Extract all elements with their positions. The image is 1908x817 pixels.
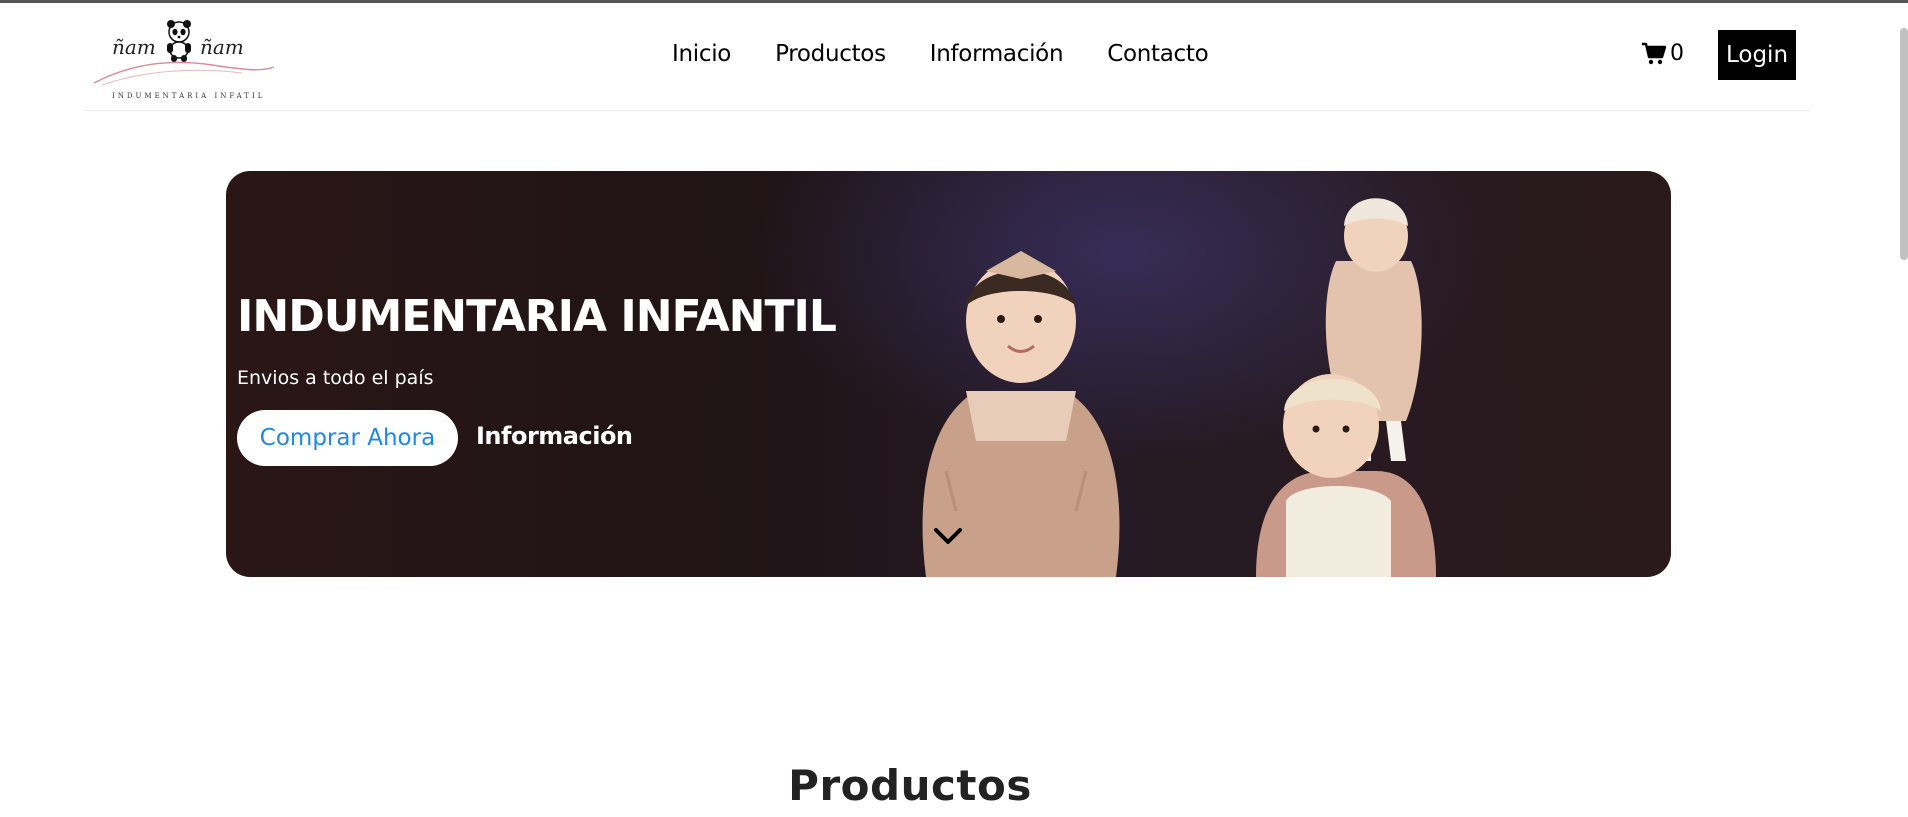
logo-swoosh-icon	[93, 61, 275, 86]
nav-item-inicio[interactable]: Inicio	[672, 41, 731, 67]
nav-item-informacion[interactable]: Información	[930, 41, 1064, 67]
hero-title: INDUMENTARIA INFANTIL	[237, 291, 837, 342]
cart-count: 0	[1670, 41, 1684, 66]
page-scrollbar[interactable]	[1898, 28, 1908, 817]
chevron-down-icon[interactable]	[932, 524, 964, 548]
products-section-title: Productos	[788, 760, 1032, 810]
cart-icon	[1642, 42, 1667, 64]
nav-item-contacto[interactable]: Contacto	[1107, 41, 1208, 67]
scrollbar-thumb[interactable]	[1900, 28, 1908, 260]
brand-logo[interactable]: ñam ñam INDUMENTARIA INFATIL	[92, 13, 276, 100]
logo-word-left: ñam	[112, 35, 156, 59]
logo-word-right: ñam	[200, 35, 244, 59]
hero-subtitle: Envios a todo el país	[237, 367, 434, 389]
hero-banner: INDUMENTARIA INFANTIL Envios a todo el p…	[226, 171, 1671, 577]
nav-item-productos[interactable]: Productos	[775, 41, 886, 67]
logo-subtitle: INDUMENTARIA INFATIL	[112, 92, 266, 100]
hero-info-link[interactable]: Información	[476, 422, 633, 450]
cart-button[interactable]: 0	[1641, 41, 1684, 66]
hero-children-image	[922, 198, 1436, 577]
main-nav: Inicio Productos Información Contacto	[672, 41, 1209, 67]
login-button[interactable]: Login	[1718, 30, 1796, 80]
buy-now-button[interactable]: Comprar Ahora	[237, 410, 458, 466]
site-header: ñam ñam INDUMENTARIA INFATIL Inicio Prod…	[84, 3, 1810, 111]
